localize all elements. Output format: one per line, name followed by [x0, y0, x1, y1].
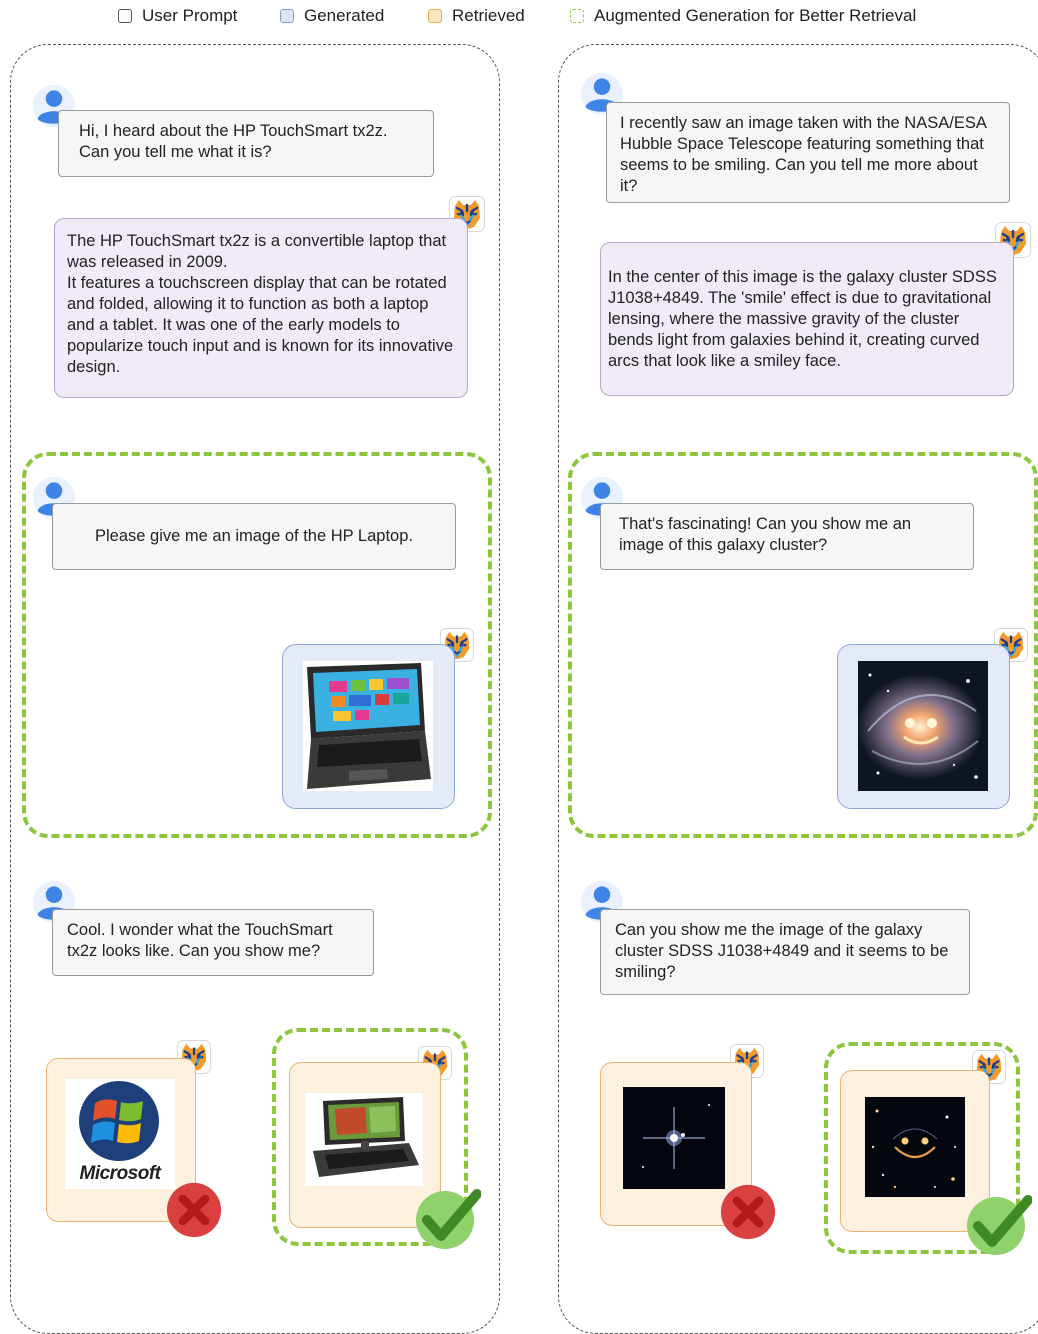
- touchsmart-laptop-image: [305, 1093, 423, 1186]
- check-icon: [415, 1184, 481, 1250]
- cross-icon: [720, 1184, 776, 1240]
- legend-label-user: User Prompt: [142, 6, 238, 25]
- laptop-image: [303, 661, 433, 791]
- right-user-message-3: Can you show me the image of the galaxy …: [600, 909, 970, 995]
- legend-label-retrieved: Retrieved: [452, 6, 525, 25]
- legend-label-generated: Generated: [304, 6, 385, 25]
- legend-swatch-generated: [280, 9, 294, 23]
- left-user-message-2: Please give me an image of the HP Laptop…: [52, 503, 456, 570]
- legend-augmented: Augmented Generation for Better Retrieva…: [570, 6, 916, 26]
- legend-swatch-augmented: [570, 9, 584, 23]
- windows-flag-icon: [79, 1081, 159, 1161]
- legend-label-augmented: Augmented Generation for Better Retrieva…: [594, 6, 917, 25]
- microsoft-logo-text: Microsoft: [79, 1163, 162, 1184]
- left-user-message-3: Cool. I wonder what the TouchSmart tx2z …: [52, 909, 374, 976]
- right-user-message-1: I recently saw an image taken with the N…: [606, 102, 1010, 203]
- right-generated-image-card: [837, 644, 1010, 809]
- legend-retrieved: Retrieved: [428, 6, 525, 26]
- galaxy-cluster-generated-image: [858, 661, 988, 791]
- left-user-message-1: Hi, I heard about the HP TouchSmart tx2z…: [58, 110, 434, 177]
- legend-user-prompt: User Prompt: [118, 6, 237, 26]
- check-icon: [966, 1190, 1032, 1256]
- left-generated-image-card: [282, 644, 455, 809]
- legend-swatch-retrieved: [428, 9, 442, 23]
- left-generated-answer: The HP TouchSmart tx2z is a convertible …: [54, 218, 468, 398]
- legend-generated: Generated: [280, 6, 384, 26]
- legend-swatch-user: [118, 9, 132, 23]
- star-field-image: [623, 1087, 725, 1189]
- cross-icon: [166, 1182, 222, 1238]
- right-generated-answer: In the center of this image is the galax…: [600, 242, 1014, 396]
- microsoft-logo-image: Microsoft: [65, 1079, 175, 1189]
- smiling-galaxy-cluster-image: [865, 1097, 965, 1197]
- right-user-message-2: That's fascinating! Can you show me an i…: [600, 503, 974, 570]
